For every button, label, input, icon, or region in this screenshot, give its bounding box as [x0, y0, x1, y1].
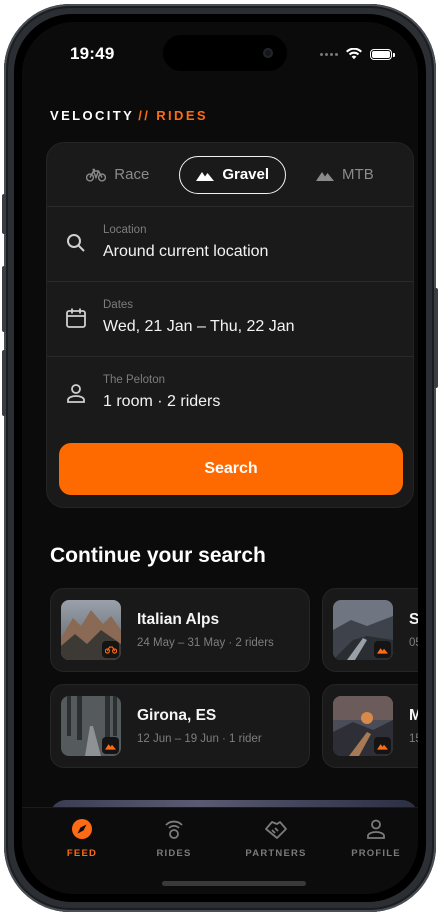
- tab-label: RIDES: [156, 848, 192, 859]
- ride-type-label: MTB: [342, 166, 374, 183]
- peloton-value: 1 room · 2 riders: [103, 393, 221, 410]
- wifi-icon: [346, 48, 362, 60]
- dates-value: Wed, 21 Jan – Thu, 22 Jan: [103, 318, 295, 335]
- mountain-icon: [196, 171, 215, 181]
- tab-partners[interactable]: PARTNERS: [236, 818, 316, 859]
- section-title: Continue your search: [50, 544, 266, 567]
- handshake-icon: [265, 821, 287, 839]
- tab-profile[interactable]: PROFILE: [336, 818, 416, 859]
- ride-type-gravel[interactable]: Gravel: [179, 155, 287, 194]
- location-value: Around current location: [103, 243, 269, 260]
- recent-search-card[interactable]: S 05: [322, 588, 418, 672]
- recent-details: 12 Jun – 19 Jun · 1 rider: [137, 733, 262, 745]
- ride-type-race[interactable]: Race: [70, 157, 165, 193]
- recent-search-card[interactable]: M 15: [322, 684, 418, 768]
- app-logo: VELOCITY// RIDES: [50, 108, 208, 123]
- recent-title: Italian Alps: [137, 611, 220, 628]
- rides-icon: [165, 820, 183, 839]
- recent-title: M: [409, 707, 418, 724]
- person-icon: [367, 819, 385, 839]
- mountain-icon: [374, 737, 391, 754]
- status-time: 19:49: [70, 44, 115, 63]
- compass-icon: [72, 819, 92, 839]
- destination-thumbnail: [333, 600, 393, 660]
- tab-label: PROFILE: [351, 848, 401, 859]
- tab-label: PARTNERS: [245, 848, 307, 859]
- recent-details: 05: [409, 637, 418, 649]
- recent-searches-row: Italian Alps 24 May – 31 May · 2 riders …: [50, 588, 418, 672]
- recent-search-card[interactable]: Girona, ES 12 Jun – 19 Jun · 1 rider: [50, 684, 310, 768]
- person-icon: [67, 384, 85, 403]
- ride-type-label: Race: [114, 166, 150, 183]
- mountain-icon: [374, 641, 391, 658]
- tab-bar: FEED RIDES PARTNERS PROFILE: [22, 807, 418, 894]
- bicycle-icon: [102, 641, 119, 658]
- location-label: Location: [103, 224, 147, 236]
- search-card: Race Gravel MTB Location Around current …: [46, 142, 414, 508]
- brand-accent: // RIDES: [138, 108, 208, 123]
- battery-icon: [370, 48, 395, 60]
- recent-details: 24 May – 31 May · 2 riders: [137, 637, 274, 649]
- volume-down-button: [2, 350, 6, 416]
- dates-label: Dates: [103, 299, 134, 311]
- status-bar: 19:49: [22, 38, 418, 68]
- mountain-icon: [102, 737, 119, 754]
- peloton-field[interactable]: The Peloton 1 room · 2 riders: [47, 356, 413, 431]
- volume-up-button: [2, 266, 6, 332]
- recent-search-card[interactable]: Italian Alps 24 May – 31 May · 2 riders: [50, 588, 310, 672]
- destination-thumbnail: [61, 696, 121, 756]
- phone-frame: 19:49 VELOCITY// RIDES Race Gravel MTB L…: [2, 4, 438, 912]
- search-icon: [67, 234, 85, 252]
- action-button: [2, 194, 6, 234]
- peloton-label: The Peloton: [103, 374, 166, 386]
- ride-type-label: Gravel: [222, 166, 270, 183]
- recent-title: Girona, ES: [137, 707, 217, 724]
- destination-thumbnail: [61, 600, 121, 660]
- recent-details: 15: [409, 733, 418, 745]
- brand-name: VELOCITY: [50, 108, 135, 123]
- signal-icon: [320, 52, 338, 56]
- mountain-icon: [316, 171, 335, 181]
- tab-label: FEED: [66, 848, 98, 859]
- app-screen: 19:49 VELOCITY// RIDES Race Gravel MTB L…: [22, 22, 418, 894]
- location-field[interactable]: Location Around current location: [47, 206, 413, 282]
- ride-type-mtb[interactable]: MTB: [300, 157, 390, 193]
- search-button[interactable]: Search: [59, 443, 403, 495]
- destination-thumbnail: [333, 696, 393, 756]
- home-indicator: [162, 881, 306, 886]
- calendar-icon: [66, 308, 86, 328]
- bicycle-icon: [86, 168, 107, 182]
- ride-type-selector: Race Gravel MTB: [47, 143, 413, 207]
- power-button: [434, 288, 438, 388]
- recent-title: S: [409, 611, 418, 628]
- tab-feed[interactable]: FEED: [42, 818, 122, 859]
- tab-rides[interactable]: RIDES: [134, 818, 214, 859]
- recent-searches-row: Girona, ES 12 Jun – 19 Jun · 1 rider M 1…: [50, 684, 418, 768]
- dates-field[interactable]: Dates Wed, 21 Jan – Thu, 22 Jan: [47, 281, 413, 357]
